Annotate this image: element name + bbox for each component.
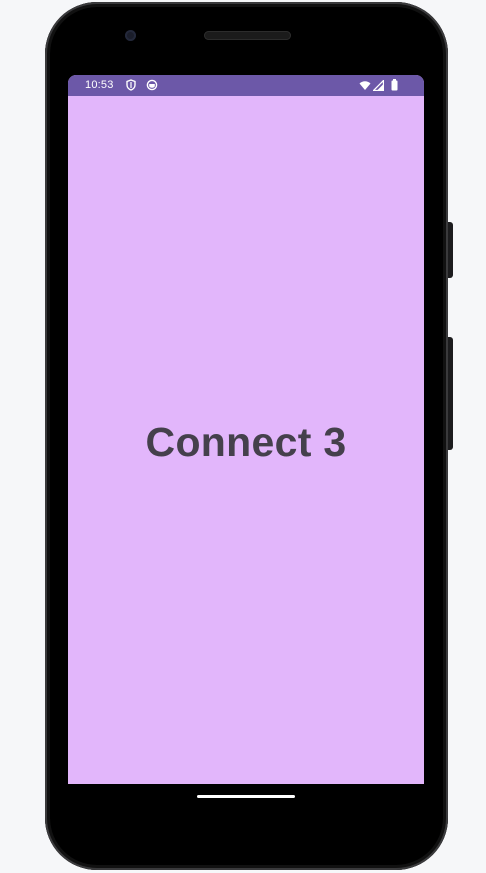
navigation-bar: [68, 784, 424, 832]
volume-button: [448, 337, 453, 450]
app-screen: 10:53 Connect 3: [68, 75, 424, 784]
cellular-signal-icon: [373, 80, 384, 91]
wifi-icon: [359, 81, 371, 90]
shield-icon: [126, 79, 136, 91]
power-button: [448, 222, 453, 278]
vpn-key-circle-icon: [146, 79, 158, 91]
earpiece-speaker: [204, 31, 291, 40]
status-bar: 10:53: [68, 75, 424, 96]
front-camera-icon: [125, 30, 136, 41]
status-time: 10:53: [85, 79, 114, 91]
battery-icon: [391, 79, 398, 91]
app-title: Connect 3: [145, 419, 347, 465]
home-gesture-bar[interactable]: [197, 795, 295, 798]
